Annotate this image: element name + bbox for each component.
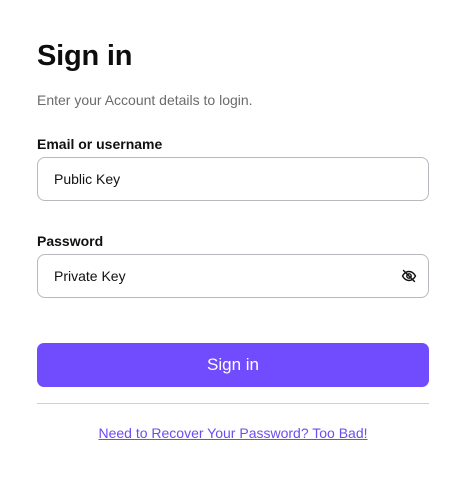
password-field-wrapper: [37, 254, 429, 298]
sign-in-button[interactable]: Sign in: [37, 343, 429, 387]
page-subtitle: Enter your Account details to login.: [37, 92, 253, 108]
divider: [37, 403, 429, 404]
password-label: Password: [37, 233, 104, 249]
sign-in-form: Sign in Enter your Account details to lo…: [0, 0, 468, 479]
email-label: Email or username: [37, 136, 163, 152]
recover-password-link[interactable]: Need to Recover Your Password? Too Bad!: [37, 424, 429, 442]
eye-slash-icon[interactable]: [401, 268, 417, 284]
page-title: Sign in: [37, 40, 133, 72]
email-field[interactable]: [54, 158, 384, 200]
email-field-wrapper: [37, 157, 429, 201]
password-field[interactable]: [54, 255, 384, 297]
